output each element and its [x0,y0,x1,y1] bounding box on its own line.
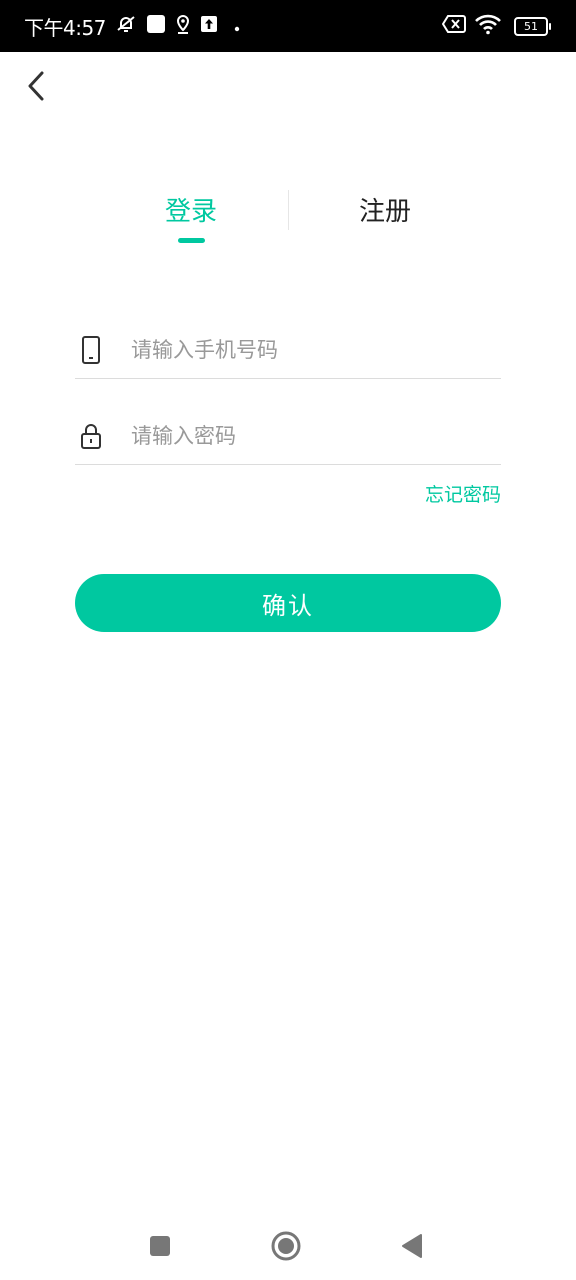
phone-input[interactable] [131,330,491,370]
chevron-left-icon [28,71,44,101]
mute-bell-icon [115,13,137,39]
dot-icon [234,17,240,36]
status-right: 51 [441,0,551,52]
phone-field-row [75,322,501,379]
nav-home-button[interactable] [266,1226,306,1266]
tab-register[interactable]: 注册 [325,190,445,234]
notification-square-icon [146,14,166,38]
status-left: 下午4:57 [24,0,240,52]
status-time: 下午4:57 [24,15,106,40]
password-input[interactable] [131,416,491,456]
active-tab-indicator [178,238,205,243]
forgot-password-link[interactable]: 忘记密码 [425,480,501,507]
lock-icon [81,424,101,449]
nav-back-button[interactable] [392,1226,432,1266]
tab-divider [288,190,289,230]
location-icon [175,14,191,38]
triangle-left-icon [402,1234,422,1258]
tab-login[interactable]: 登录 [131,190,251,234]
login-screen: 下午4:57 51 登录 注册 请输入手机号码 忘记密码 确认 [0,0,576,1280]
battery-icon: 51 [514,16,551,36]
status-bar: 下午4:57 51 [0,0,576,52]
password-field-row [75,408,501,465]
square-icon [150,1236,170,1256]
back-button[interactable] [18,66,54,106]
system-nav-bar [0,1210,576,1280]
confirm-button[interactable]: 确认 [75,574,501,632]
circle-icon [271,1231,301,1261]
upload-icon [200,15,218,37]
no-sim-icon [441,14,466,38]
mobile-phone-icon [82,336,100,364]
wifi-icon [474,13,502,39]
nav-recents-button[interactable] [140,1226,180,1266]
battery-level: 51 [524,19,538,33]
